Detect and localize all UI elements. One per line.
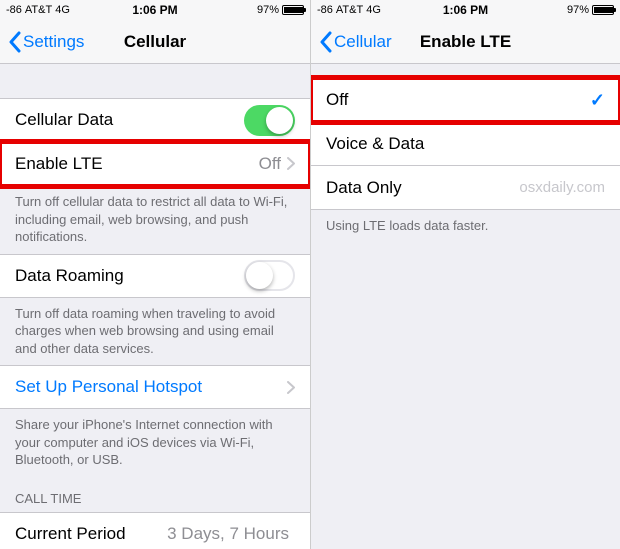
current-period-value: 3 Days, 7 Hours <box>167 524 289 544</box>
lte-option-data-only[interactable]: Data Only osxdaily.com <box>311 166 620 210</box>
battery-icon <box>282 5 304 15</box>
battery-percent: 97% <box>567 4 589 16</box>
personal-hotspot-label: Set Up Personal Hotspot <box>15 377 287 397</box>
nav-bar: Cellular Enable LTE <box>311 20 620 64</box>
hotspot-footer: Share your iPhone's Internet connection … <box>0 409 310 477</box>
back-button[interactable]: Settings <box>8 31 84 53</box>
cellular-data-switch[interactable] <box>244 105 295 136</box>
signal-strength: -86 <box>317 4 333 16</box>
back-label: Cellular <box>334 32 392 52</box>
nav-bar: Settings Cellular <box>0 20 310 64</box>
lte-footer: Using LTE loads data faster. <box>311 210 620 243</box>
current-period-row[interactable]: Current Period 3 Days, 7 Hours <box>0 512 310 549</box>
data-roaming-label: Data Roaming <box>15 266 244 286</box>
watermark-text: osxdaily.com <box>519 179 605 196</box>
back-label: Settings <box>23 32 84 52</box>
current-period-label: Current Period <box>15 524 167 544</box>
signal-strength: -86 <box>6 4 22 16</box>
data-roaming-switch[interactable] <box>244 260 295 291</box>
chevron-right-icon <box>287 381 295 394</box>
cellular-data-label: Cellular Data <box>15 110 244 130</box>
cellular-settings-screen: -86 AT&T 4G 1:06 PM 97% Settings Cellula… <box>0 0 310 549</box>
lte-option-data-only-label: Data Only <box>326 178 519 198</box>
enable-lte-label: Enable LTE <box>15 154 259 174</box>
settings-content: Cellular Data Enable LTE Off Turn off ce… <box>0 64 310 549</box>
status-bar: -86 AT&T 4G 1:06 PM 97% <box>311 0 620 20</box>
personal-hotspot-row[interactable]: Set Up Personal Hotspot <box>0 365 310 409</box>
lte-option-off[interactable]: Off ✓ <box>311 78 620 122</box>
carrier-name: AT&T <box>336 4 363 16</box>
enable-lte-value: Off <box>259 154 281 174</box>
cellular-data-footer: Turn off cellular data to restrict all d… <box>0 186 310 254</box>
back-button[interactable]: Cellular <box>319 31 392 53</box>
enable-lte-row[interactable]: Enable LTE Off <box>0 142 310 186</box>
call-time-header: CALL TIME <box>0 477 310 512</box>
chevron-left-icon <box>8 31 21 53</box>
data-roaming-row[interactable]: Data Roaming <box>0 254 310 298</box>
checkmark-icon: ✓ <box>590 90 605 111</box>
carrier-name: AT&T <box>25 4 52 16</box>
data-roaming-footer: Turn off data roaming when traveling to … <box>0 298 310 366</box>
status-bar: -86 AT&T 4G 1:06 PM 97% <box>0 0 310 20</box>
network-type: 4G <box>55 4 70 16</box>
enable-lte-screen: -86 AT&T 4G 1:06 PM 97% Cellular Enable … <box>310 0 620 549</box>
lte-option-voice-data-label: Voice & Data <box>326 134 605 154</box>
lte-option-voice-data[interactable]: Voice & Data <box>311 122 620 166</box>
cellular-data-row[interactable]: Cellular Data <box>0 98 310 142</box>
battery-icon <box>592 5 614 15</box>
chevron-left-icon <box>319 31 332 53</box>
network-type: 4G <box>366 4 381 16</box>
lte-options-content: Off ✓ Voice & Data Data Only osxdaily.co… <box>311 64 620 549</box>
lte-option-off-label: Off <box>326 90 590 110</box>
battery-percent: 97% <box>257 4 279 16</box>
chevron-right-icon <box>287 157 295 170</box>
